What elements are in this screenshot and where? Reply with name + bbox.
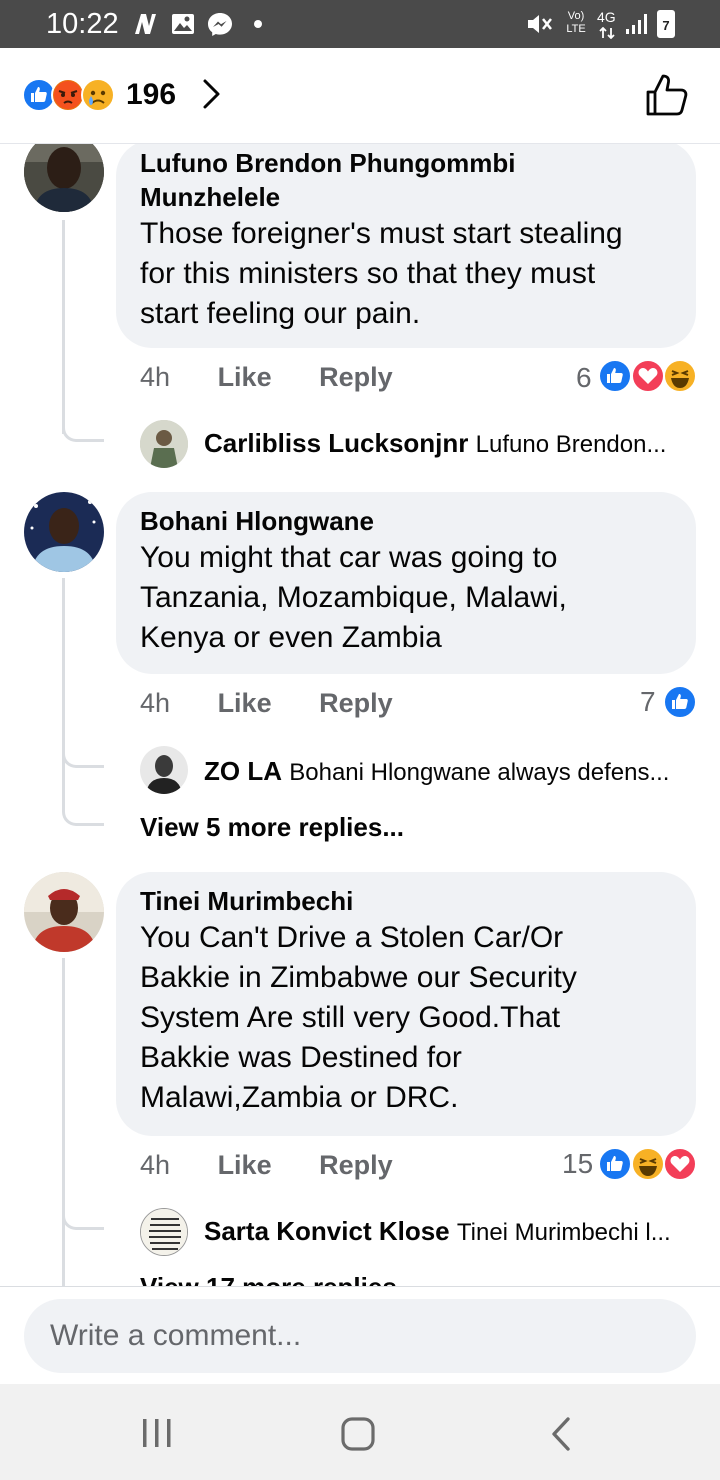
mute-icon — [528, 15, 552, 33]
status-bar: 10:22 Vo) LTE 4G 7 — [0, 0, 720, 48]
reply-preview[interactable]: ZO LA Bohani Hlongwane always defens... — [204, 756, 669, 787]
comment-text-line: You might that car was going to — [140, 541, 558, 574]
comment-actions: 4h Like Reply — [140, 688, 433, 719]
comment-text-line: Malawi,Zambia or DRC. — [140, 1081, 459, 1114]
thread-line — [62, 958, 65, 1286]
thread-branch — [62, 404, 104, 442]
avatar[interactable] — [24, 144, 104, 212]
chevron-right-icon[interactable] — [198, 76, 224, 112]
system-navigation-bar — [0, 1384, 720, 1480]
comment-text-line: Tanzania, Mozambique, Malawi, — [140, 581, 567, 614]
data-arrows-icon — [599, 27, 615, 39]
reply-author[interactable]: ZO LA — [204, 756, 282, 786]
thread-branch — [62, 784, 104, 826]
comment-text-line: Bakkie was Destined for — [140, 1041, 462, 1074]
comment-composer: Write a comment... — [0, 1286, 720, 1384]
thread-line — [62, 220, 65, 434]
recent-apps-icon[interactable] — [138, 1416, 176, 1450]
like-post-thumb-icon[interactable] — [640, 70, 692, 122]
comment-reaction-icons[interactable] — [598, 1146, 698, 1182]
comment-time: 4h — [140, 688, 171, 718]
home-icon[interactable] — [338, 1414, 378, 1454]
comment-author[interactable]: Lufuno Brendon Phungommbi — [140, 146, 672, 180]
network-type: 4G — [597, 9, 616, 25]
reply-snippet: Tinei Murimbechi l... — [456, 1219, 671, 1246]
netflix-notification-icon — [135, 14, 156, 34]
love-reaction-icon — [663, 1147, 697, 1181]
comment-reaction-count[interactable]: 15 — [562, 1148, 593, 1180]
comment-bubble[interactable]: Lufuno Brendon Phungommbi Munzhelele Tho… — [116, 144, 696, 348]
comment-text-line: You Can't Drive a Stolen Car/Or — [140, 921, 564, 954]
battery-level: 7 — [662, 18, 670, 33]
comment-reaction-icons[interactable] — [598, 358, 698, 394]
comment-time: 4h — [140, 362, 171, 392]
like-reaction-icon — [22, 78, 56, 112]
thread-line — [62, 578, 65, 808]
thread-branch — [62, 738, 104, 768]
avatar[interactable] — [24, 872, 104, 952]
reply-author[interactable]: Sarta Konvict Klose — [204, 1216, 450, 1246]
haha-reaction-icon — [631, 1147, 665, 1181]
avatar[interactable] — [24, 492, 104, 572]
reply-comment-button[interactable]: Reply — [319, 362, 393, 392]
comment-input-placeholder: Write a comment... — [50, 1319, 302, 1352]
back-icon[interactable] — [544, 1414, 578, 1454]
comment-author[interactable]: Tinei Murimbechi — [140, 884, 672, 918]
view-more-replies-link[interactable]: View 17 more replies... — [140, 1272, 418, 1286]
gallery-notification-icon — [172, 14, 194, 34]
like-reaction-icon — [598, 1147, 632, 1181]
comments-list[interactable]: Lufuno Brendon Phungommbi Munzhelele Tho… — [0, 144, 720, 1286]
like-comment-button[interactable]: Like — [218, 1150, 272, 1180]
signal-icon — [626, 14, 647, 34]
comment-actions: 4h Like Reply — [140, 1150, 433, 1181]
reply-avatar[interactable] — [140, 746, 188, 794]
reaction-count[interactable]: 196 — [126, 78, 176, 112]
volte-indicator: Vo) LTE — [566, 10, 586, 35]
comment-reaction-count[interactable]: 6 — [576, 362, 592, 394]
sad-reaction-icon — [81, 78, 115, 112]
comment-text-line: for this ministers so that they must — [140, 257, 596, 290]
reply-preview[interactable]: Carlibliss Lucksonjnr Lufuno Brendon... — [204, 428, 666, 459]
comment-text-line: System Are still very Good.That — [140, 1001, 561, 1034]
angry-reaction-icon — [51, 78, 85, 112]
haha-reaction-icon — [663, 359, 697, 393]
comment-text-line: Bakkie in Zimbabwe our Security — [140, 961, 577, 994]
reply-avatar[interactable] — [140, 420, 188, 468]
comment-input[interactable]: Write a comment... — [24, 1299, 696, 1373]
comment-author-continued[interactable]: Munzhelele — [140, 180, 672, 214]
reply-snippet: Lufuno Brendon... — [475, 431, 667, 458]
comment-bubble[interactable]: Bohani Hlongwane You might that car was … — [116, 492, 696, 674]
reactions-header: 196 — [0, 48, 720, 144]
reply-comment-button[interactable]: Reply — [319, 1150, 393, 1180]
comment-text-line: Kenya or even Zambia — [140, 621, 442, 654]
reaction-icons[interactable] — [22, 78, 122, 112]
reply-author[interactable]: Carlibliss Lucksonjnr — [204, 428, 468, 458]
view-more-replies-link[interactable]: View 5 more replies... — [140, 812, 404, 843]
comment-reaction-icons[interactable] — [662, 684, 698, 720]
more-notifications-dot-icon — [254, 20, 262, 28]
thread-branch — [62, 1200, 104, 1230]
like-reaction-icon — [598, 359, 632, 393]
comment-time: 4h — [140, 1150, 171, 1180]
like-comment-button[interactable]: Like — [218, 688, 272, 718]
comment-author[interactable]: Bohani Hlongwane — [140, 504, 672, 538]
love-reaction-icon — [631, 359, 665, 393]
like-comment-button[interactable]: Like — [218, 362, 272, 392]
comment-bubble[interactable]: Tinei Murimbechi You Can't Drive a Stole… — [116, 872, 696, 1136]
reply-comment-button[interactable]: Reply — [319, 688, 393, 718]
reply-snippet: Bohani Hlongwane always defens... — [289, 759, 670, 786]
status-time: 10:22 — [46, 8, 119, 40]
battery-icon: 7 — [657, 10, 675, 38]
reply-preview[interactable]: Sarta Konvict Klose Tinei Murimbechi l..… — [204, 1216, 671, 1247]
comment-reaction-count[interactable]: 7 — [640, 686, 656, 718]
comment-text-line: start feeling our pain. — [140, 297, 421, 330]
reply-avatar[interactable] — [140, 1208, 188, 1256]
comment-text-line: Those foreigner's must start stealing — [140, 217, 623, 250]
like-reaction-icon — [663, 685, 697, 719]
messenger-notification-icon — [208, 13, 232, 36]
comment-actions: 4h Like Reply — [140, 362, 433, 393]
